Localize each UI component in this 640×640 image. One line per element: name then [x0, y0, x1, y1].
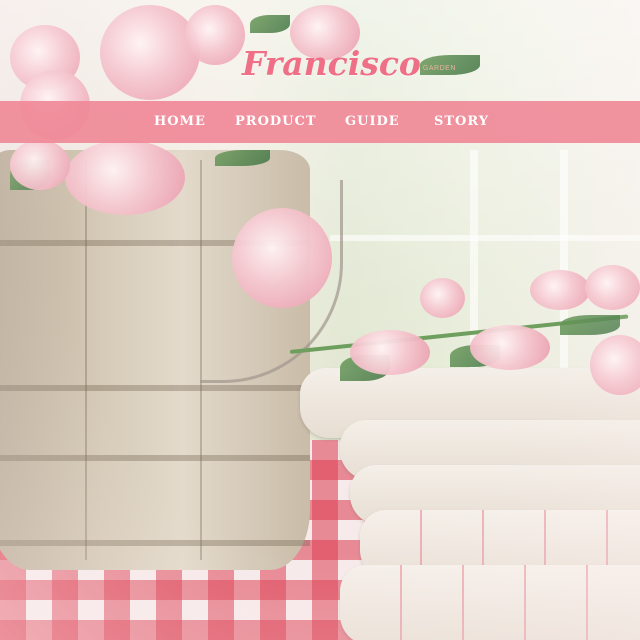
nav-item-guide[interactable]: GUIDE — [345, 101, 400, 143]
logo-text: Francisco — [242, 44, 421, 83]
photo-vignette — [0, 0, 640, 640]
nav-item-home[interactable]: HOME — [154, 101, 206, 143]
hero-photo — [0, 0, 640, 640]
site-logo[interactable]: Francisco GARDEN — [242, 36, 456, 80]
nav-item-story[interactable]: STORY — [434, 101, 489, 143]
logo-tagline: GARDEN — [422, 65, 456, 72]
nav-item-product[interactable]: PRODUCT — [235, 101, 317, 143]
main-navigation: HOME PRODUCT GUIDE STORY — [0, 101, 640, 143]
